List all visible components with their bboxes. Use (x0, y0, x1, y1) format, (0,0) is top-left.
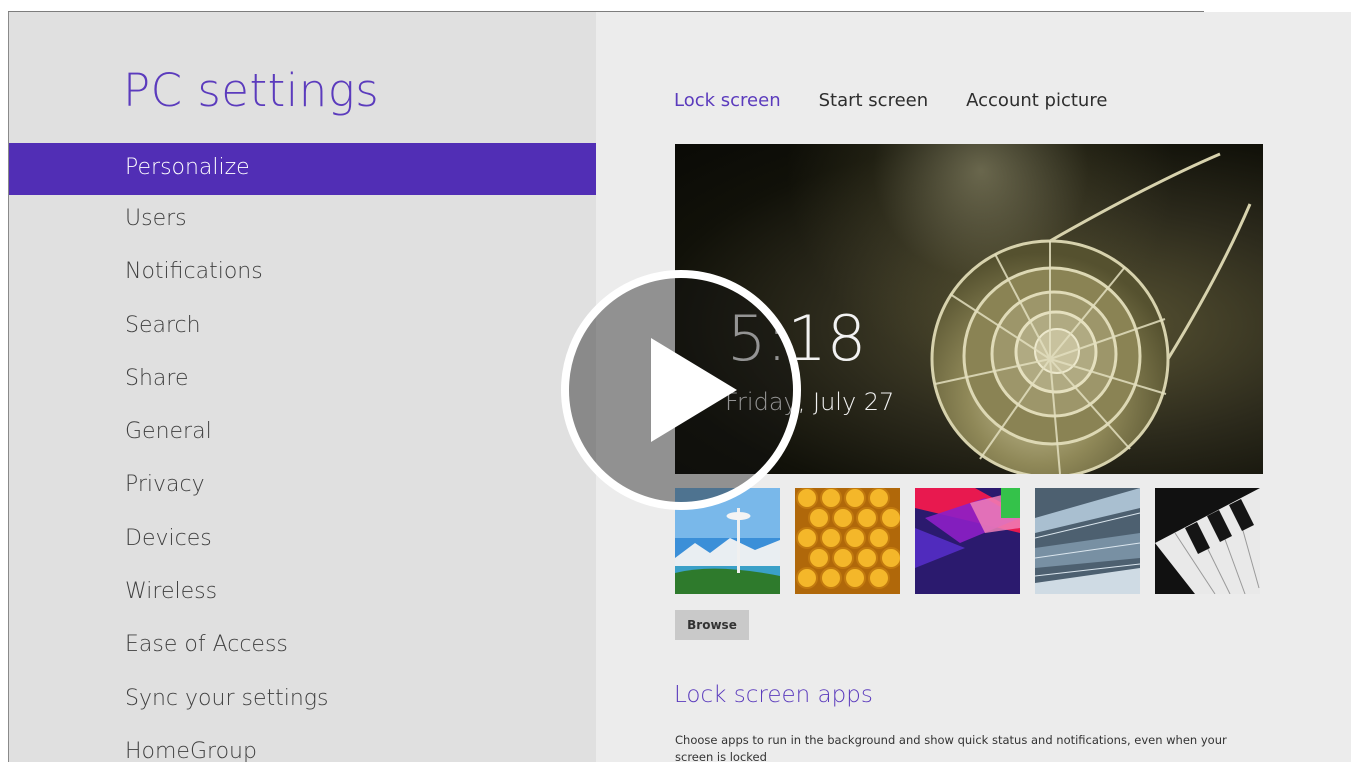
sidebar-item-search[interactable]: Search (9, 302, 596, 355)
piano-keys-thumbnail[interactable] (1155, 488, 1260, 594)
tab-bar: Lock screen Start screen Account picture (674, 90, 1107, 111)
sidebar-item-privacy[interactable]: Privacy (9, 461, 596, 514)
lock-screen-apps-description: Choose apps to run in the background and… (675, 733, 1227, 762)
sidebar-item-wireless[interactable]: Wireless (9, 568, 596, 621)
sidebar-item-sync-your-settings[interactable]: Sync your settings (9, 675, 596, 728)
sidebar-item-personalize[interactable]: Personalize (9, 143, 596, 195)
sidebar-item-ease-of-access[interactable]: Ease of Access (9, 621, 596, 674)
sidebar-item-homegroup[interactable]: HomeGroup (9, 728, 596, 762)
sidebar-item-users[interactable]: Users (9, 195, 596, 248)
sidebar: PC settings Personalize Users Notificati… (9, 12, 596, 762)
lock-screen-apps-heading: Lock screen apps (674, 682, 873, 708)
sidebar-nav: Personalize Users Notifications Search S… (9, 143, 596, 762)
sidebar-item-devices[interactable]: Devices (9, 515, 596, 568)
sidebar-item-general[interactable]: General (9, 408, 596, 461)
play-icon[interactable] (559, 268, 803, 512)
page-title: PC settings (123, 64, 380, 117)
nautilus-shell-image (930, 152, 1252, 474)
browse-button[interactable]: Browse (675, 610, 749, 640)
sidebar-item-notifications[interactable]: Notifications (9, 248, 596, 301)
sidebar-item-share[interactable]: Share (9, 355, 596, 408)
pc-settings-window: PC settings Personalize Users Notificati… (8, 12, 1351, 762)
tab-account-picture[interactable]: Account picture (966, 90, 1107, 111)
tab-lock-screen[interactable]: Lock screen (674, 90, 781, 111)
color-blocks-thumbnail[interactable] (915, 488, 1020, 594)
honeycomb-thumbnail[interactable] (795, 488, 900, 594)
tab-start-screen[interactable]: Start screen (819, 90, 929, 111)
escalator-thumbnail[interactable] (1035, 488, 1140, 594)
